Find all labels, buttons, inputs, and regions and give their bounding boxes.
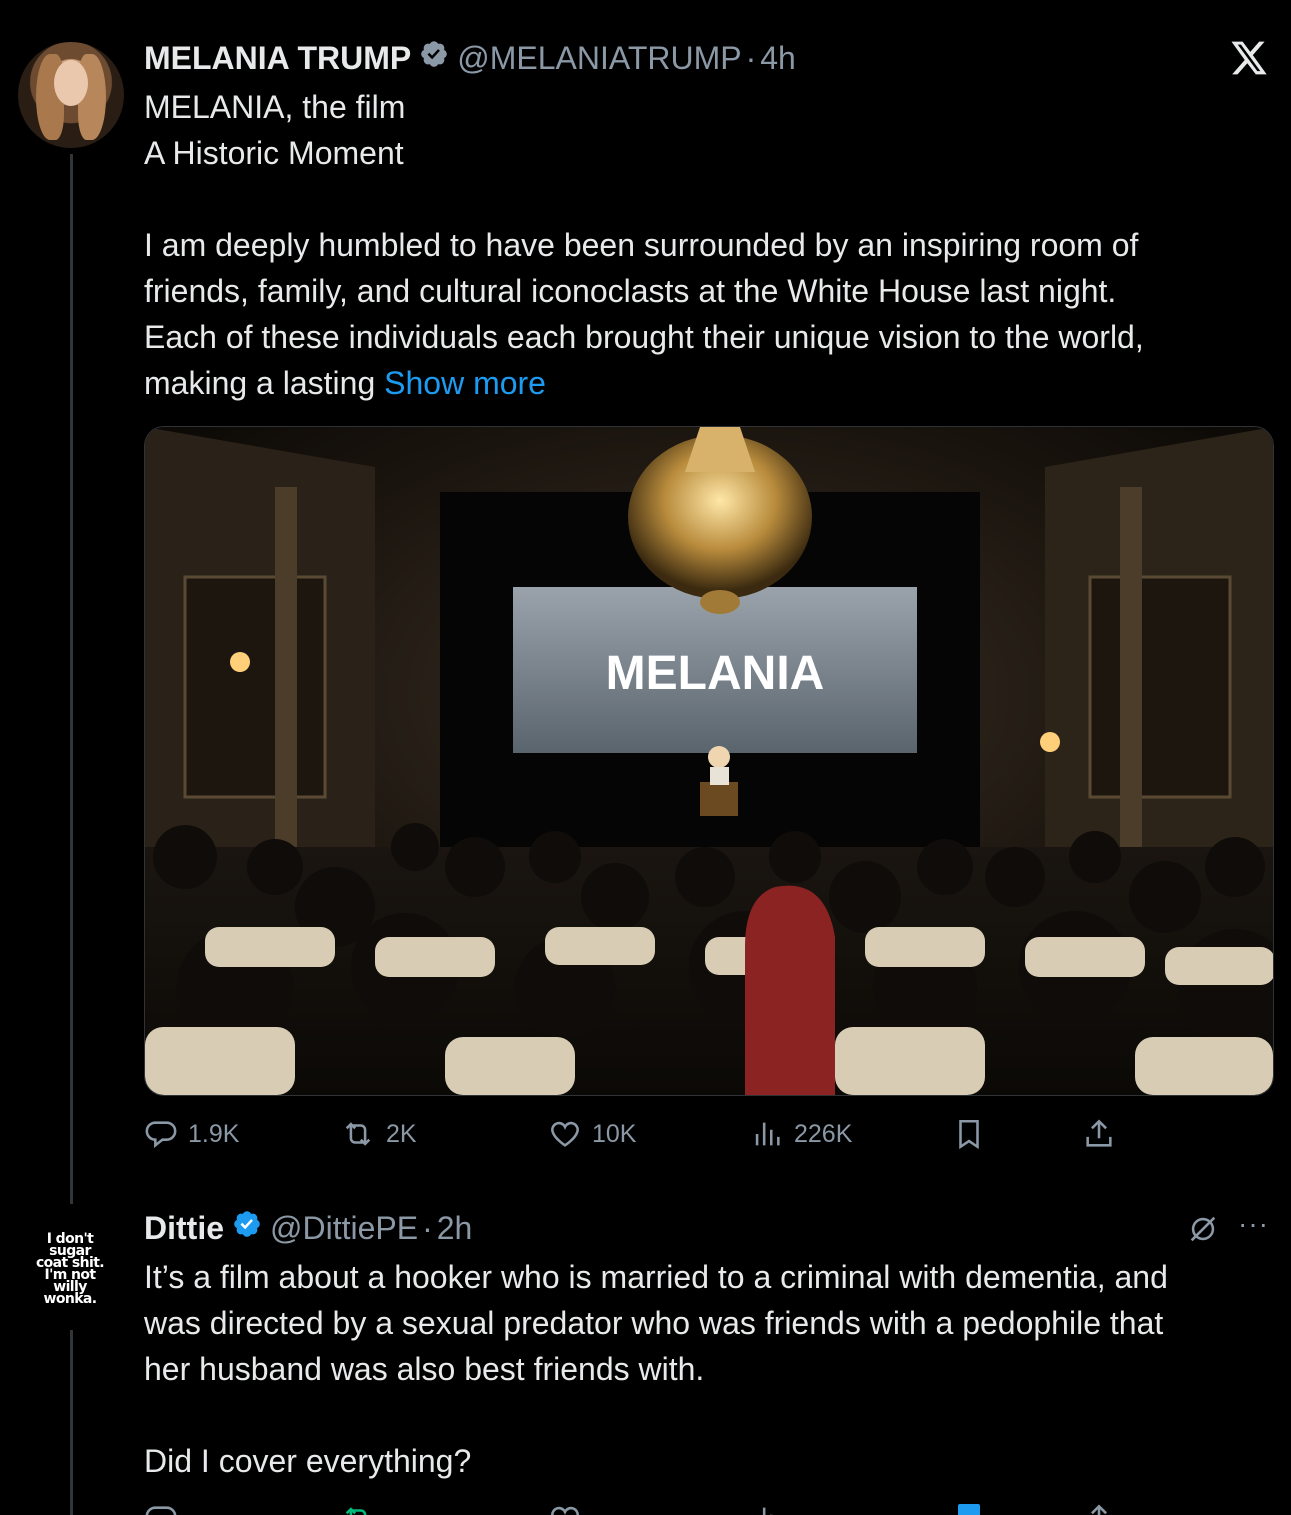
- bookmark-icon[interactable]: [958, 1504, 980, 1515]
- share-icon[interactable]: [1082, 1502, 1116, 1515]
- tweet-line: I am deeply humbled to have been surroun…: [144, 227, 1139, 263]
- tweet-line: making a lasting Show more: [144, 365, 546, 401]
- thread-connector-line: [70, 154, 73, 1204]
- verified-badge-icon: [419, 39, 449, 77]
- reply-icon[interactable]: [144, 1502, 178, 1515]
- heart-icon[interactable]: [548, 1502, 582, 1515]
- event-photo: MELANIA: [145, 427, 1273, 1095]
- separator: ·: [422, 1209, 433, 1246]
- views-count: 226K: [794, 1119, 853, 1148]
- tweet-actions: 1.9K 2K 10K 226K: [144, 1114, 1272, 1154]
- tweet-header: MELANIA TRUMP @MELANIATRUMP · 4h: [144, 38, 796, 78]
- reply-icon: [145, 1121, 177, 1148]
- like-button[interactable]: 10K: [548, 1114, 636, 1154]
- like-count: 10K: [592, 1119, 637, 1148]
- more-options-button[interactable]: ···: [1238, 1208, 1269, 1240]
- author-handle[interactable]: @MELANIATRUMP: [457, 40, 741, 77]
- repost-icon: [345, 1122, 371, 1146]
- grok-icon[interactable]: [1186, 1212, 1220, 1246]
- x-logo-icon[interactable]: [1229, 40, 1269, 76]
- repost-count: 2K: [386, 1119, 417, 1148]
- repost-icon[interactable]: [340, 1502, 376, 1515]
- separator: ·: [745, 39, 757, 76]
- views-chart-icon[interactable]: [750, 1502, 784, 1515]
- reply-count: 1.9K: [188, 1119, 240, 1148]
- heart-icon: [551, 1121, 579, 1147]
- tweet-line: Each of these individuals each brought t…: [144, 319, 1144, 355]
- reply-line: Did I cover everything?: [144, 1443, 472, 1479]
- avatar-text: I don't sugar coat shit. I'm not willy w…: [35, 1231, 105, 1307]
- thread-connector-line-reply: [70, 1330, 73, 1515]
- verified-badge-icon: [232, 1209, 262, 1247]
- reply-button[interactable]: 1.9K: [144, 1114, 239, 1154]
- tweet-time[interactable]: 4h: [760, 40, 796, 77]
- tweet-media-image[interactable]: MELANIA: [144, 426, 1274, 1096]
- tweet-line: [144, 176, 1264, 222]
- views-chart-icon: [755, 1122, 780, 1146]
- reply-line: It’s a film about a hooker who is marrie…: [144, 1259, 1168, 1295]
- author-avatar[interactable]: [18, 42, 124, 148]
- tweet-line: friends, family, and cultural iconoclast…: [144, 273, 1117, 309]
- show-more-link[interactable]: Show more: [384, 365, 546, 401]
- reply-actions-partial: [144, 1500, 1272, 1515]
- share-button[interactable]: [1082, 1114, 1126, 1154]
- tweet-line: MELANIA, the film: [144, 89, 406, 125]
- views-button[interactable]: 226K: [750, 1114, 852, 1154]
- reply-text: It’s a film about a hooker who is marrie…: [144, 1254, 1264, 1484]
- reply-author-handle[interactable]: @DittiePE: [270, 1210, 418, 1247]
- reply-author-name[interactable]: Dittie: [144, 1210, 224, 1247]
- bookmark-icon: [959, 1119, 979, 1150]
- screen-title: MELANIA: [606, 647, 825, 700]
- author-name[interactable]: MELANIA TRUMP: [144, 40, 411, 77]
- repost-button[interactable]: 2K: [340, 1114, 417, 1154]
- reply-time[interactable]: 2h: [437, 1210, 473, 1247]
- reply-line: [144, 1392, 1264, 1438]
- reply-author-avatar[interactable]: I don't sugar coat shit. I'm not willy w…: [16, 1215, 124, 1323]
- bookmark-button[interactable]: [952, 1114, 996, 1154]
- reply-line: was directed by a sexual predator who wa…: [144, 1305, 1164, 1341]
- tweet-line: A Historic Moment: [144, 135, 404, 171]
- share-icon: [1086, 1119, 1112, 1147]
- tweet-text: MELANIA, the film A Historic Moment I am…: [144, 84, 1264, 406]
- reply-line: her husband was also best friends with.: [144, 1351, 705, 1387]
- reply-header: Dittie @DittiePE · 2h: [144, 1208, 472, 1248]
